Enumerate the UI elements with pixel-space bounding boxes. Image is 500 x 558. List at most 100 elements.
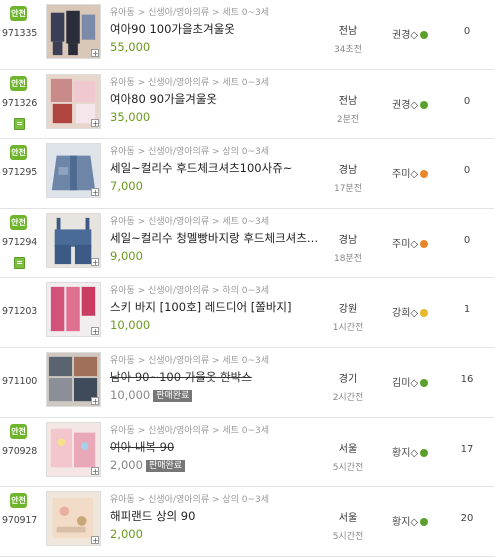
- view-count: 0: [463, 95, 471, 107]
- seller-grade-icon: [420, 518, 429, 527]
- item-id-column: 971100: [0, 348, 40, 417]
- list-item[interactable]: 971100 + 유아동 > 신생아/영아의류 > 세트 0~3세 남아 90~…: [0, 348, 494, 418]
- category-breadcrumb[interactable]: 유아동 > 신생아/영아의류 > 세트 0~3세: [110, 214, 269, 227]
- seller-label: 황지◇: [392, 517, 419, 529]
- product-thumbnail[interactable]: +: [46, 4, 101, 59]
- safe-trade-badge: 안전: [10, 423, 27, 439]
- product-thumbnail[interactable]: +: [46, 491, 101, 547]
- item-price: 7,000: [110, 179, 143, 194]
- item-time: 17분전: [333, 184, 362, 195]
- item-number: 970928: [2, 445, 38, 457]
- item-id-column: 안전 970917: [0, 487, 40, 556]
- zoom-plus-icon[interactable]: +: [91, 327, 99, 336]
- seller-grade-icon: [420, 309, 429, 318]
- category-breadcrumb[interactable]: 유아동 > 신생아/영아의류 > 하의 0~3세: [110, 283, 269, 296]
- seller-label: 권경◇: [392, 30, 419, 41]
- category-breadcrumb[interactable]: 유아동 > 신생아/영아의류 > 상의 0~3세: [110, 492, 269, 505]
- seller-label: 강희◇: [392, 308, 419, 320]
- product-thumbnail[interactable]: +: [46, 212, 101, 268]
- seller-label: 주미◇: [392, 169, 419, 181]
- item-time: 18분전: [333, 253, 362, 264]
- list-item[interactable]: 안전 971335 + 유아동 > 신생아/영아의류 > 세트 0~3세 여아9…: [0, 0, 494, 70]
- price-value: 2,000: [110, 457, 143, 472]
- item-id-column: 안전 971294: [0, 209, 40, 278]
- item-title-link[interactable]: 세일~컬리수 청멜빵바지랑 후드체크셔츠…: [110, 230, 318, 246]
- seller-grade-icon: [420, 448, 429, 457]
- seller-grade-icon: [420, 378, 429, 387]
- product-thumbnail[interactable]: +: [46, 351, 101, 407]
- item-time: 5시간전: [332, 532, 364, 543]
- category-breadcrumb[interactable]: 유아동 > 신생아/영아의류 > 세트 0~3세: [110, 423, 269, 436]
- zoom-plus-icon[interactable]: +: [91, 49, 99, 58]
- category-breadcrumb[interactable]: 유아동 > 신생아/영아의류 > 세트 0~3세: [110, 75, 269, 88]
- item-price: 10,000 판매완료: [110, 387, 193, 402]
- seller-name[interactable]: 강희◇: [392, 304, 429, 320]
- seller-name[interactable]: 권경◇: [392, 96, 429, 111]
- seller-name[interactable]: 황지◇: [392, 444, 429, 459]
- item-number: 971203: [2, 306, 38, 318]
- zoom-plus-icon[interactable]: +: [91, 188, 99, 197]
- zoom-plus-icon[interactable]: +: [91, 466, 99, 475]
- item-time: 2분전: [336, 114, 360, 125]
- item-region: 서울: [338, 443, 358, 455]
- item-number: 971100: [2, 375, 38, 387]
- zoom-plus-icon[interactable]: +: [91, 118, 99, 127]
- item-number: 971326: [2, 97, 38, 109]
- item-time: 2시간전: [332, 392, 364, 403]
- product-thumbnail[interactable]: +: [46, 143, 101, 199]
- seller-name[interactable]: 권경◇: [392, 26, 429, 41]
- safe-trade-badge: 안전: [10, 493, 27, 509]
- item-title-link[interactable]: 스키 바지 [100호] 레드디어 [쫄바지]: [110, 299, 291, 315]
- item-title-link[interactable]: 남아 90~100 가을옷 한박스: [110, 369, 252, 385]
- category-breadcrumb[interactable]: 유아동 > 신생아/영아의류 > 세트 0~3세: [110, 5, 269, 18]
- seller-name[interactable]: 김미◇: [392, 374, 429, 389]
- item-region: 강원: [338, 304, 358, 316]
- seller-name[interactable]: 주미◇: [392, 235, 429, 250]
- zoom-plus-icon[interactable]: +: [91, 257, 99, 266]
- view-count: 17: [460, 443, 474, 455]
- item-title-link[interactable]: 여아90 100가을초겨울옷: [110, 21, 235, 37]
- seller-grade-icon: [420, 100, 429, 109]
- item-number: 970917: [2, 515, 38, 527]
- price-value: 10,000: [110, 387, 151, 402]
- list-item[interactable]: 971203 + 유아동 > 신생아/영아의류 > 하의 0~3세 스키 바지 …: [0, 278, 494, 348]
- seller-name[interactable]: 주미◇: [392, 165, 429, 181]
- item-region: 전남: [338, 26, 358, 37]
- item-region: 경남: [338, 234, 358, 246]
- list-item[interactable]: 안전 970917 + 유아동 > 신생아/영아의류 > 상의 0~3세 해피랜…: [0, 487, 494, 557]
- list-item[interactable]: 안전 971326 + 유아동 > 신생아/영아의류 > 세트 0~3세 여아8…: [0, 70, 494, 140]
- list-item[interactable]: 안전 971294 + 유아동 > 신생아/영아의류 > 세트 0~3세 세일~…: [0, 209, 494, 279]
- item-number: 971335: [2, 28, 38, 39]
- product-thumbnail[interactable]: +: [46, 73, 101, 129]
- view-count: 16: [460, 373, 474, 385]
- seller-label: 황지◇: [392, 447, 419, 459]
- product-thumbnail[interactable]: +: [46, 282, 101, 338]
- item-time: 1시간전: [332, 323, 364, 334]
- item-time: 5시간전: [332, 462, 364, 473]
- item-title-link[interactable]: 여아 내복 90: [110, 439, 174, 455]
- item-id-column: 971203: [0, 278, 40, 347]
- list-item[interactable]: 안전 971295 + 유아동 > 신생아/영아의류 > 상의 0~3세 세일~…: [0, 139, 494, 209]
- category-breadcrumb[interactable]: 유아동 > 신생아/영아의류 > 세트 0~3세: [110, 353, 269, 366]
- seller-name[interactable]: 황지◇: [392, 513, 429, 529]
- view-count: 1: [463, 304, 471, 316]
- product-thumbnail[interactable]: +: [46, 421, 101, 477]
- item-id-column: 안전 971335: [0, 0, 40, 69]
- seller-label: 주미◇: [392, 238, 419, 250]
- item-price: 10,000: [110, 318, 151, 333]
- item-title-link[interactable]: 여아80 90가을겨울옷: [110, 91, 217, 107]
- view-count: 0: [463, 26, 471, 37]
- seller-label: 권경◇: [392, 99, 419, 111]
- item-number: 971295: [2, 167, 38, 179]
- category-breadcrumb[interactable]: 유아동 > 신생아/영아의류 > 상의 0~3세: [110, 144, 269, 157]
- item-region: 서울: [338, 513, 358, 525]
- zoom-plus-icon[interactable]: +: [91, 536, 99, 545]
- list-item[interactable]: 안전 970928 + 유아동 > 신생아/영아의류 > 세트 0~3세 여아 …: [0, 418, 494, 488]
- item-number: 971294: [2, 236, 38, 248]
- sold-out-badge: 판매완료: [145, 459, 186, 472]
- document-icon: [14, 117, 25, 130]
- item-id-column: 안전 970928: [0, 418, 40, 487]
- item-title-link[interactable]: 세일~컬리수 후드체크셔츠100사쥬~: [110, 160, 292, 176]
- zoom-plus-icon[interactable]: +: [91, 396, 99, 405]
- item-title-link[interactable]: 해피랜드 상의 90: [110, 508, 195, 524]
